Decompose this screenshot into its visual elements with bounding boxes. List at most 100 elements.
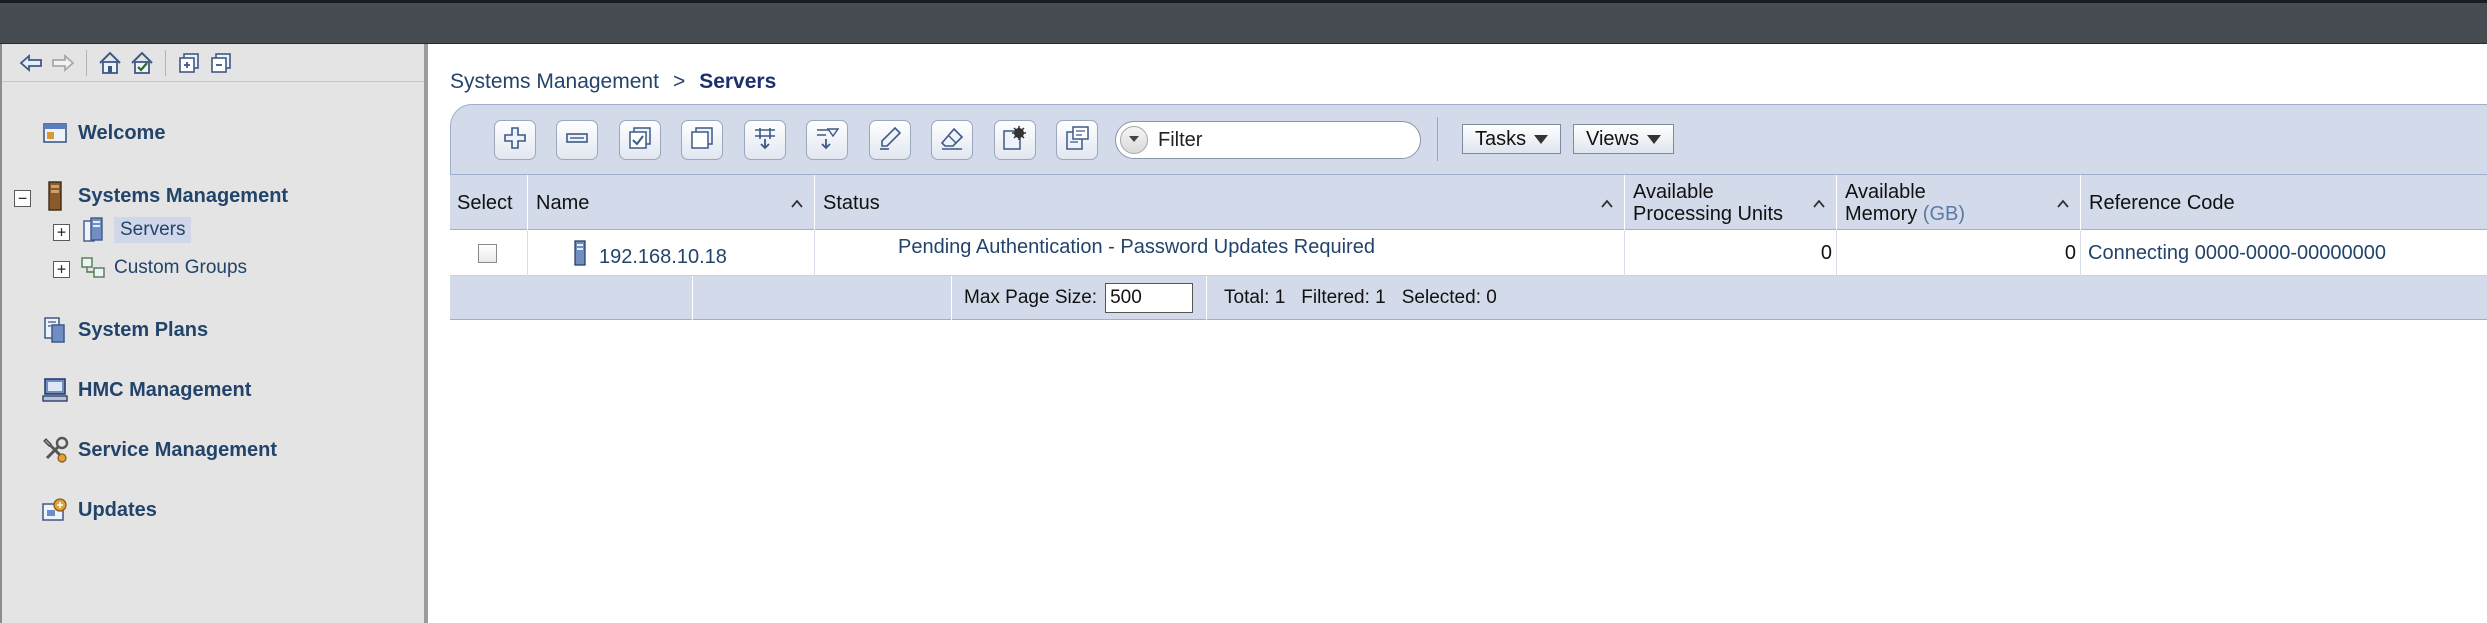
- max-page-size-label: Max Page Size:: [964, 287, 1098, 308]
- row-status-cell: Pending Authentication - Password Update…: [816, 230, 1625, 276]
- configure-columns-icon: [752, 125, 778, 156]
- top-banner: [0, 0, 2487, 44]
- system-plans-icon: [40, 315, 70, 345]
- add-button[interactable]: [494, 120, 536, 160]
- welcome-window-icon: [40, 118, 70, 148]
- dropdown-arrow-icon: [1534, 134, 1549, 144]
- edit-sort-icon: [877, 125, 903, 156]
- expand-toggle[interactable]: +: [53, 261, 70, 278]
- column-label: Name: [536, 191, 590, 214]
- nav-item-label: Service Management: [78, 438, 277, 461]
- breadcrumb-parent-link[interactable]: Systems Management: [450, 70, 659, 93]
- updates-icon: [40, 495, 70, 525]
- edit-sort-button[interactable]: [869, 120, 911, 160]
- breadcrumb: Systems Management > Servers: [450, 70, 776, 94]
- column-label: Reference Code: [2089, 191, 2235, 214]
- clear-sort-icon: [939, 125, 965, 156]
- dropdown-arrow-icon: [1647, 134, 1661, 144]
- nav-item-custom-groups[interactable]: Custom Groups: [80, 255, 247, 281]
- filter-input[interactable]: [1158, 128, 1398, 152]
- memory-value: 0: [2064, 241, 2076, 264]
- settings-button[interactable]: [994, 120, 1036, 160]
- footer-counts: Total: 1 Filtered: 1 Selected: 0: [1224, 276, 1497, 320]
- tools-icon: [40, 435, 70, 465]
- nav-item-updates[interactable]: Updates: [40, 495, 157, 525]
- nav-item-hmc-management[interactable]: HMC Management: [40, 375, 251, 405]
- table-header-row: Select Name Status Available Processing …: [450, 174, 2487, 231]
- nav-item-label: Systems Management: [78, 184, 289, 207]
- nav-item-label: System Plans: [78, 318, 209, 341]
- column-label: Processing Units: [1633, 203, 1784, 225]
- column-header-name[interactable]: Name: [529, 175, 815, 231]
- nav-item-servers[interactable]: Servers: [80, 217, 192, 243]
- checklist-icon[interactable]: [129, 50, 155, 76]
- deselect-all-button[interactable]: [681, 120, 723, 160]
- column-unit: (GB): [1922, 203, 1966, 225]
- row-reference-code-cell: Connecting 0000-0000-00000000: [2082, 230, 2487, 276]
- chevron-down-icon: [1128, 131, 1140, 149]
- sort-ascending-icon[interactable]: [1812, 194, 1826, 208]
- properties-icon: [1064, 125, 1090, 156]
- toolbar-divider: [1437, 117, 1438, 161]
- max-page-size-input[interactable]: [1105, 283, 1194, 313]
- select-all-button[interactable]: [619, 120, 661, 160]
- expand-toggle[interactable]: +: [53, 224, 70, 241]
- table-footer: Max Page Size: Total: 1 Filtered: 1 Sele…: [450, 276, 2487, 320]
- server-name-link[interactable]: 192.168.10.18: [599, 246, 727, 269]
- tasks-label: Tasks: [1475, 127, 1527, 150]
- filter-dropdown-button[interactable]: [1120, 126, 1148, 154]
- clear-sort-button[interactable]: [931, 120, 973, 160]
- filter-rows-icon: [814, 125, 840, 156]
- filter-rows-button[interactable]: [806, 120, 848, 160]
- views-menu-button[interactable]: Views: [1573, 124, 1674, 154]
- nav-item-label: HMC Management: [78, 378, 252, 401]
- max-page-size: Max Page Size:: [964, 276, 1194, 320]
- row-processing-units-cell: 0: [1626, 230, 1837, 276]
- collapse-all-icon[interactable]: [208, 50, 234, 76]
- row-checkbox[interactable]: [478, 243, 497, 263]
- navigation-pane: Welcome − Systems Management + Servers +…: [0, 44, 428, 623]
- nav-item-systems-management[interactable]: Systems Management: [40, 181, 288, 211]
- collapse-toggle[interactable]: −: [14, 190, 31, 207]
- column-label: Select: [457, 191, 513, 214]
- back-arrow-icon[interactable]: [18, 50, 44, 76]
- nav-item-system-plans[interactable]: System Plans: [40, 315, 208, 345]
- servers-icon: [80, 217, 106, 243]
- sort-ascending-icon[interactable]: [1600, 194, 1614, 208]
- home-icon[interactable]: [97, 50, 123, 76]
- row-memory-cell: 0: [1838, 230, 2081, 276]
- footer-cell: [694, 276, 952, 320]
- column-header-reference-code[interactable]: Reference Code: [2082, 175, 2487, 231]
- views-label: Views: [1586, 127, 1639, 150]
- column-label-memory: Memory (GB): [1845, 203, 1965, 225]
- tasks-menu-button[interactable]: Tasks: [1462, 124, 1562, 154]
- column-header-status[interactable]: Status: [816, 175, 1625, 231]
- column-label: Status: [823, 191, 880, 214]
- navigation-toolbar: [2, 44, 424, 82]
- custom-groups-icon: [80, 255, 106, 281]
- configure-columns-button[interactable]: [744, 120, 786, 160]
- remove-icon: [564, 125, 590, 156]
- nav-item-label: Updates: [78, 498, 157, 521]
- filtered-count: Filtered: 1: [1301, 287, 1386, 308]
- table-toolbar: Tasks Views: [450, 104, 2487, 174]
- total-count: Total: 1: [1224, 287, 1286, 308]
- reference-code-link[interactable]: Connecting 0000-0000-00000000: [2088, 242, 2386, 265]
- footer-cell: [450, 276, 693, 320]
- column-header-processing-units[interactable]: Available Processing Units: [1626, 175, 1837, 231]
- table-row[interactable]: 192.168.10.18 Pending Authentication - P…: [450, 230, 2487, 276]
- status-link[interactable]: Pending Authentication - Password Update…: [898, 236, 1375, 259]
- sort-ascending-icon[interactable]: [790, 194, 804, 208]
- nav-item-service-management[interactable]: Service Management: [40, 435, 277, 465]
- sort-ascending-icon[interactable]: [2056, 194, 2070, 208]
- remove-button[interactable]: [556, 120, 598, 160]
- add-icon: [502, 125, 528, 156]
- selected-count: Selected: 0: [1401, 287, 1497, 308]
- forward-arrow-icon[interactable]: [50, 50, 76, 76]
- deselect-all-icon: [689, 125, 715, 156]
- expand-all-icon[interactable]: [176, 50, 202, 76]
- column-header-memory[interactable]: Available Memory (GB): [1838, 175, 2081, 231]
- nav-item-welcome[interactable]: Welcome: [40, 118, 165, 148]
- properties-button[interactable]: [1056, 120, 1098, 160]
- nav-item-label: Custom Groups: [114, 257, 248, 278]
